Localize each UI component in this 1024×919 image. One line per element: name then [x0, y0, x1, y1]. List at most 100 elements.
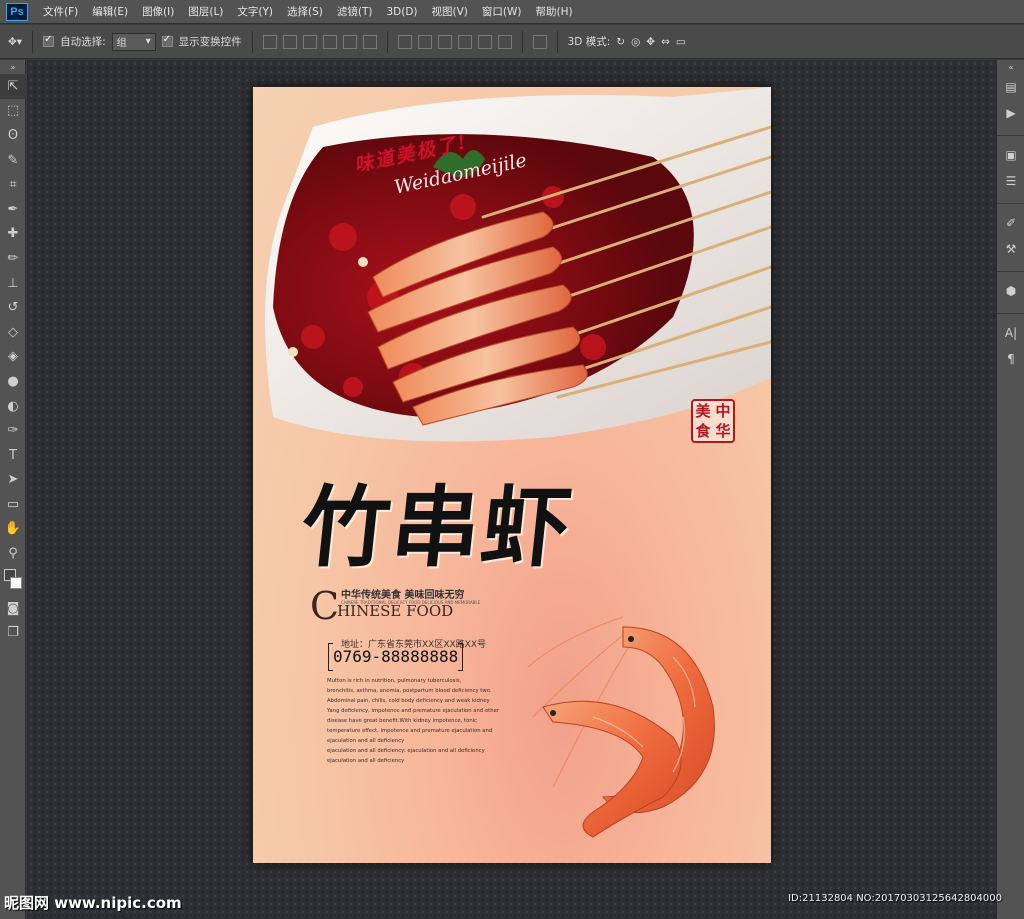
- eyedropper-tool-icon[interactable]: ✒: [0, 197, 26, 222]
- blur-tool-icon[interactable]: ●: [0, 369, 26, 394]
- watermark-id: ID:21132804 NO:20170303125642804000: [788, 893, 1002, 904]
- dock-expand-icon[interactable]: «: [997, 60, 1024, 74]
- seal-char: 华: [715, 421, 731, 440]
- slide-3d-icon[interactable]: ⇔: [661, 36, 670, 48]
- body-line: ejaculation and all deficiency: [327, 738, 405, 744]
- history-brush-tool-icon[interactable]: ↺: [0, 295, 26, 320]
- healing-tool-icon[interactable]: ✚: [0, 222, 26, 247]
- background-color-swatch[interactable]: [10, 576, 22, 589]
- body-line: Yang deficiency, impotence and premature…: [327, 708, 500, 714]
- align-top-icon[interactable]: [262, 34, 277, 49]
- quick-mask-icon[interactable]: ◙: [0, 596, 26, 621]
- rotate-3d-icon[interactable]: ↻: [616, 36, 625, 48]
- dodge-tool-icon[interactable]: ◐: [0, 394, 26, 419]
- chevron-down-icon: ▾: [145, 36, 151, 47]
- auto-select-label: 自动选择:: [60, 36, 106, 48]
- marquee-tool-icon[interactable]: ⬚: [0, 99, 26, 124]
- chinese-food-initial: C: [310, 584, 340, 628]
- distribute-bottom-icon[interactable]: [437, 34, 452, 49]
- divider: [997, 194, 1024, 204]
- info-panel-icon[interactable]: ☰: [997, 168, 1024, 194]
- show-transform-checkbox[interactable]: [161, 34, 173, 47]
- character-panel-icon[interactable]: A|: [997, 320, 1024, 346]
- distribute-top-icon[interactable]: [397, 34, 412, 49]
- menu-edit[interactable]: 编辑(E): [85, 0, 135, 24]
- stamp-tool-icon[interactable]: ⊥: [0, 271, 26, 296]
- crop-tool-icon[interactable]: ⌗: [0, 172, 26, 197]
- divider: [997, 304, 1024, 314]
- options-bar: ✥▾ 自动选择: 组 ▾ 显示变换控件 3D 模式: ↻ ◎ ✥ ⇔ ▭: [0, 25, 1024, 59]
- seal-char: 中: [715, 401, 731, 420]
- subtitle-small: CHINESE TRADITIONAL DELICACY FOOD DELICI…: [341, 600, 481, 605]
- pan-3d-icon[interactable]: ✥: [646, 36, 655, 48]
- menu-3d[interactable]: 3D(D): [379, 0, 424, 24]
- pen-tool-icon[interactable]: ✑: [0, 418, 26, 443]
- scale-3d-icon[interactable]: ▭: [676, 36, 686, 48]
- menu-help[interactable]: 帮助(H): [529, 0, 580, 24]
- type-tool-icon[interactable]: T: [0, 443, 26, 468]
- divider: [997, 262, 1024, 272]
- roll-3d-icon[interactable]: ◎: [631, 36, 640, 48]
- panel-collapse-icon[interactable]: »: [0, 60, 26, 74]
- seal-char: 美: [695, 401, 711, 420]
- divider: [997, 126, 1024, 136]
- body-line: bronchitis, asthma, anemia, postpartum b…: [327, 688, 492, 694]
- body-text: Mutton is rich in nutrition, pulmonary t…: [327, 676, 507, 766]
- auto-select-value: 组: [116, 38, 127, 49]
- menu-bar: Ps 文件(F) 编辑(E) 图像(I) 图层(L) 文字(Y) 选择(S) 滤…: [0, 0, 1024, 24]
- quick-select-tool-icon[interactable]: ✎: [0, 148, 26, 173]
- menu-window[interactable]: 窗口(W): [475, 0, 529, 24]
- brush-presets-icon[interactable]: ✐: [997, 210, 1024, 236]
- align-right-icon[interactable]: [362, 34, 377, 49]
- show-transform-label: 显示变换控件: [178, 36, 242, 48]
- menu-image[interactable]: 图像(I): [135, 0, 181, 24]
- align-left-icon[interactable]: [322, 34, 337, 49]
- distribute-vcenter-icon[interactable]: [417, 34, 432, 49]
- menu-view[interactable]: 视图(V): [425, 0, 475, 24]
- body-line: Mutton is rich in nutrition, pulmonary t…: [327, 678, 462, 684]
- watermark-site: 昵图网 www.nipic.com: [4, 894, 182, 912]
- mode-3d-label: 3D 模式:: [567, 36, 611, 48]
- move-tool-preset-icon[interactable]: ✥▾: [8, 36, 22, 48]
- menu-layer[interactable]: 图层(L): [181, 0, 230, 24]
- menu-type[interactable]: 文字(Y): [230, 0, 280, 24]
- menu-filter[interactable]: 滤镜(T): [330, 0, 380, 24]
- bucket-tool-icon[interactable]: ◈: [0, 345, 26, 370]
- brush-tool-icon[interactable]: ✏: [0, 246, 26, 271]
- distribute-hcenter-icon[interactable]: [477, 34, 492, 49]
- auto-align-icon[interactable]: [532, 34, 547, 49]
- path-select-tool-icon[interactable]: ➤: [0, 468, 26, 493]
- screen-mode-icon[interactable]: ❐: [0, 620, 26, 645]
- paragraph-panel-icon[interactable]: ¶: [997, 346, 1024, 372]
- eraser-tool-icon[interactable]: ◇: [0, 320, 26, 345]
- lasso-tool-icon[interactable]: ʘ: [0, 123, 26, 148]
- menu-file[interactable]: 文件(F): [36, 0, 85, 24]
- shape-tool-icon[interactable]: ▭: [0, 492, 26, 517]
- poster-title: 竹串虾: [296, 475, 578, 579]
- layer-comps-icon[interactable]: ▣: [997, 142, 1024, 168]
- tool-presets-icon[interactable]: ⚒: [997, 236, 1024, 262]
- body-line: temperature effect, impotence and premat…: [327, 728, 493, 734]
- zoom-tool-icon[interactable]: ⚲: [0, 541, 26, 566]
- color-swatches[interactable]: [0, 566, 26, 596]
- auto-select-dropdown[interactable]: 组 ▾: [111, 32, 156, 51]
- right-panel-dock: « ▤ ▶ ▣ ☰ ✐ ⚒ ⬢ A| ¶: [996, 60, 1024, 919]
- menu-select[interactable]: 选择(S): [280, 0, 330, 24]
- distribute-left-icon[interactable]: [457, 34, 472, 49]
- hand-tool-icon[interactable]: ✋: [0, 517, 26, 542]
- move-tool-icon[interactable]: ⇱: [0, 74, 26, 99]
- align-hcenter-icon[interactable]: [342, 34, 357, 49]
- history-panel-icon[interactable]: ▤: [997, 74, 1024, 100]
- poster-document[interactable]: 味道美极了! Weidaomeijile 美 中 食 华 竹串虾 CHINESE…: [253, 87, 771, 863]
- distribute-right-icon[interactable]: [497, 34, 512, 49]
- actions-panel-icon[interactable]: ▶: [997, 100, 1024, 126]
- divider: [556, 30, 558, 53]
- divider: [32, 30, 34, 53]
- 3d-panel-icon[interactable]: ⬢: [997, 278, 1024, 304]
- photoshop-window: Ps 文件(F) 编辑(E) 图像(I) 图层(L) 文字(Y) 选择(S) 滤…: [0, 0, 1024, 919]
- red-seal-stamp: 美 中 食 华: [691, 399, 735, 443]
- body-line: ejaculation and all deficiency: ejaculat…: [327, 748, 485, 754]
- align-vcenter-icon[interactable]: [282, 34, 297, 49]
- align-bottom-icon[interactable]: [302, 34, 317, 49]
- auto-select-checkbox[interactable]: [43, 34, 55, 47]
